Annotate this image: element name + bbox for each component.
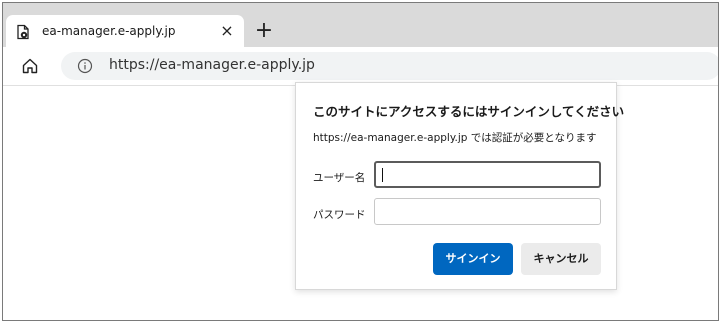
home-icon[interactable] xyxy=(21,57,39,75)
sign-in-dialog: このサイトにアクセスするにはサインインしてください https://ea-man… xyxy=(295,82,624,290)
info-icon[interactable] xyxy=(77,58,93,74)
tab-title: ea-manager.e-apply.jp xyxy=(42,24,176,38)
tab-strip: ea-manager.e-apply.jp × + xyxy=(3,3,718,48)
password-label: パスワード xyxy=(313,209,366,221)
dialog-description: https://ea-manager.e-apply.jp では認証が必要となり… xyxy=(313,132,597,144)
password-field[interactable] xyxy=(374,198,601,225)
new-tab-button[interactable]: + xyxy=(253,20,275,43)
text-caret xyxy=(382,168,383,182)
username-field[interactable] xyxy=(374,161,601,188)
page-gear-icon xyxy=(15,24,31,40)
toolbar: https://ea-manager.e-apply.jp xyxy=(3,47,718,86)
close-icon[interactable]: × xyxy=(218,22,236,40)
browser-window: ea-manager.e-apply.jp × + https://ea-man… xyxy=(2,2,719,321)
tab-active[interactable]: ea-manager.e-apply.jp × xyxy=(6,15,244,48)
cancel-button[interactable]: キャンセル xyxy=(521,243,601,275)
username-label: ユーザー名 xyxy=(313,172,366,184)
address-bar[interactable]: https://ea-manager.e-apply.jp xyxy=(61,52,718,80)
sign-in-button[interactable]: サインイン xyxy=(433,243,513,275)
url-text[interactable]: https://ea-manager.e-apply.jp xyxy=(109,57,315,73)
dialog-title: このサイトにアクセスするにはサインインしてください xyxy=(313,104,625,119)
